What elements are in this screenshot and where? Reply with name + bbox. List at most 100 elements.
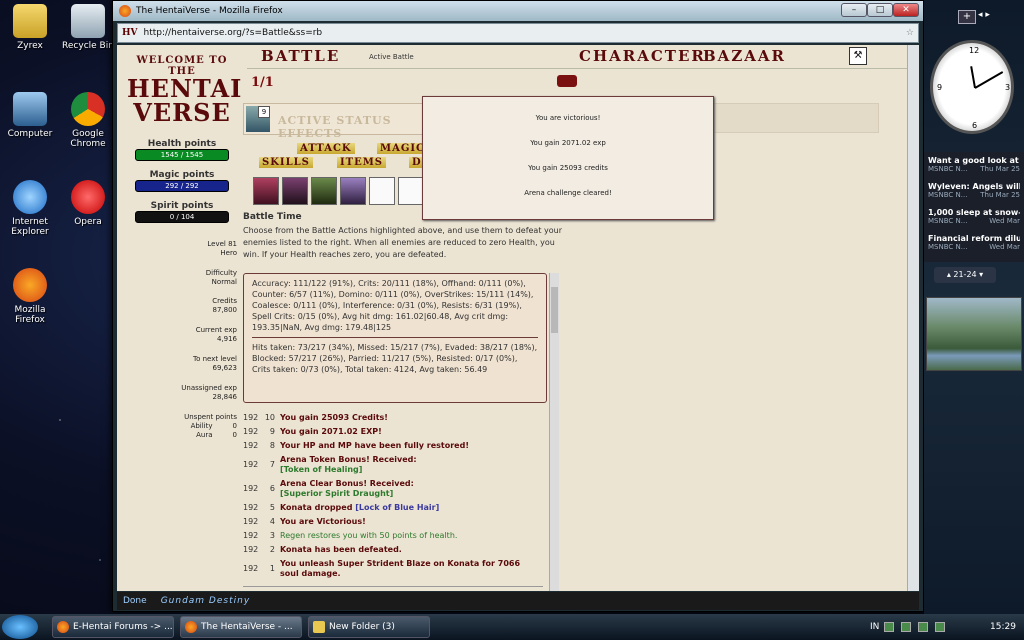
- task-ehentai-forums[interactable]: E-Hentai Forums -> ...: [52, 616, 174, 638]
- desktop-icon-recycle-bin[interactable]: Recycle Bin: [58, 4, 118, 51]
- desktop-icon-opera[interactable]: Opera: [58, 180, 118, 227]
- news-meta: MSNBC N... Wed Mar: [928, 243, 1020, 251]
- url-text[interactable]: http://hentaiverse.org/?s=Battle&ss=rb: [144, 28, 323, 38]
- windows-sidebar: + ◂ ▸ 12 3 6 9 Want a good look at ... M…: [924, 0, 1024, 614]
- desktop-icon-chrome[interactable]: Google Chrome: [58, 92, 118, 149]
- chrome-icon: [71, 92, 105, 126]
- status-text: Done: [123, 596, 147, 606]
- log-turn: 192: [243, 460, 259, 469]
- log-text: You gain 2071.02 EXP!: [280, 427, 382, 436]
- unassigned-stat: Unassigned exp 28,846: [127, 384, 237, 402]
- credits-stat: Credits 87,800: [127, 297, 237, 315]
- task-label: E-Hentai Forums -> ...: [73, 622, 173, 632]
- url-bar[interactable]: HV http://hentaiverse.org/?s=Battle&ss=r…: [117, 23, 919, 43]
- log-turn: 192: [243, 545, 259, 554]
- exp-label: Current exp: [195, 326, 237, 334]
- action-items[interactable]: ITEMS: [337, 157, 387, 168]
- log-row: 192 5 Konata dropped [Lock of Blue Hair]: [243, 503, 547, 517]
- quickbar-slot[interactable]: [253, 177, 279, 205]
- quickbar-slot[interactable]: [340, 177, 366, 205]
- magic-label: Magic points: [149, 170, 215, 180]
- log-scrollbar[interactable]: [549, 273, 559, 591]
- task-hentaiverse[interactable]: The HentaiVerse - ...: [180, 616, 302, 638]
- round-counter: 1/1: [251, 75, 274, 90]
- news-headline: Wyleven: Angels will ...: [928, 182, 1020, 191]
- desktop-icon-computer[interactable]: Computer: [0, 92, 60, 139]
- clock-number: 12: [969, 46, 980, 55]
- log-turn: 192: [243, 531, 259, 540]
- nav-battle[interactable]: BATTLE: [261, 47, 340, 65]
- health-bar: 1545 / 1545: [135, 149, 229, 161]
- page-scrollbar[interactable]: [907, 45, 919, 591]
- network-icon[interactable]: [918, 621, 929, 632]
- maximize-button[interactable]: □: [867, 3, 893, 17]
- victory-popup[interactable]: You are victorious! You gain 2071.02 exp…: [422, 96, 714, 220]
- stats-defense: Hits taken: 73/217 (34%), Missed: 15/217…: [252, 343, 538, 374]
- log-item: [Token of Healing]: [280, 465, 363, 474]
- desktop-icon-label: Recycle Bin: [62, 41, 114, 51]
- minimize-button[interactable]: –: [841, 3, 867, 17]
- tray-icon[interactable]: [901, 621, 912, 632]
- news-meta: MSNBC N... Thu Mar 25: [928, 165, 1020, 173]
- desktop-icon-zyrex[interactable]: Zyrex: [0, 4, 60, 51]
- browser-window: The HentaiVerse - Mozilla Firefox – □ ✕ …: [112, 0, 924, 612]
- log-text: Regen restores you with 50 points of hea…: [280, 531, 458, 540]
- news-item[interactable]: Want a good look at ... MSNBC N... Thu Ma…: [928, 156, 1020, 173]
- next-level-stat: To next level 69,623: [127, 355, 237, 373]
- magic-bar: 292 / 292: [135, 180, 229, 192]
- log-turn: 192: [243, 413, 259, 422]
- news-item[interactable]: Financial reform dilu... MSNBC N... Wed M…: [928, 234, 1020, 251]
- task-new-folder[interactable]: New Folder (3): [308, 616, 430, 638]
- exp-stat: Current exp 4,916: [127, 326, 237, 344]
- status-logo: Gundam Destiny: [160, 596, 251, 606]
- log-text: Arena Token Bonus! Received:: [280, 455, 417, 464]
- top-nav: BATTLE Active Battle CHARACTER BAZAAR ⚒: [247, 45, 907, 69]
- news-gadget: Want a good look at ... MSNBC N... Thu Ma…: [924, 152, 1024, 262]
- action-magic[interactable]: MAGIC: [377, 143, 429, 154]
- desktop-icon-ie[interactable]: Internet Explorer: [0, 180, 60, 237]
- action-attack[interactable]: ATTACK: [297, 143, 355, 154]
- news-pager-label: 21-24: [953, 270, 977, 279]
- hentaiverse-page: WELCOME TO THE HENTAI VERSE Health point…: [117, 45, 907, 591]
- news-item[interactable]: 1,000 sleep at snow-... MSNBC N... Wed Ma…: [928, 208, 1020, 225]
- language-indicator[interactable]: IN: [870, 622, 879, 632]
- nav-battle-sub[interactable]: Active Battle: [369, 53, 414, 61]
- tray-icon[interactable]: [884, 621, 895, 632]
- nav-bazaar[interactable]: BAZAAR: [703, 47, 786, 65]
- window-titlebar[interactable]: The HentaiVerse - Mozilla Firefox: [113, 1, 923, 21]
- log-scroll-thumb[interactable]: [551, 287, 558, 333]
- news-pager[interactable]: ▴ 21-24 ▾: [934, 267, 996, 283]
- bookmark-star-icon[interactable]: ☆: [906, 28, 914, 38]
- battle-stats-box: Accuracy: 111/122 (91%), Crits: 20/111 (…: [243, 273, 547, 403]
- sidebar-nav-arrows[interactable]: ◂ ▸: [978, 10, 990, 20]
- log-item: [Lock of Blue Hair]: [355, 503, 440, 512]
- task-label: The HentaiVerse - ...: [201, 622, 293, 632]
- log-turn: 192: [243, 503, 259, 512]
- taskbar-clock[interactable]: 15:29: [990, 614, 1016, 640]
- quickbar-slot[interactable]: [369, 177, 395, 205]
- log-text: You unleash Super Strident Blaze on Kona…: [280, 559, 521, 578]
- firefox-icon: [13, 268, 47, 302]
- battle-time-title: Battle Time: [243, 212, 302, 222]
- settings-wrench-icon[interactable]: ⚒: [849, 47, 867, 65]
- quickbar-slot[interactable]: [311, 177, 337, 205]
- nav-character[interactable]: CHARACTER: [579, 47, 706, 65]
- class: Hero: [220, 249, 237, 257]
- action-skills[interactable]: SKILLS: [259, 157, 313, 168]
- volume-icon[interactable]: [934, 621, 945, 632]
- close-button[interactable]: ✕: [893, 3, 919, 17]
- opera-icon: [71, 180, 105, 214]
- log-seq: 5: [269, 503, 275, 512]
- task-label: New Folder (3): [329, 622, 395, 632]
- slideshow-gadget[interactable]: [926, 297, 1022, 371]
- log-text: Arena Clear Bonus! Received:: [280, 479, 414, 488]
- difficulty-label: Difficulty: [205, 269, 237, 277]
- desktop-icon-firefox[interactable]: Mozilla Firefox: [0, 268, 60, 325]
- quickbar-slot[interactable]: [282, 177, 308, 205]
- log-seq: 9: [269, 427, 275, 436]
- quickbar-slot[interactable]: [398, 177, 424, 205]
- news-item[interactable]: Wyleven: Angels will ... MSNBC N... Thu M…: [928, 182, 1020, 199]
- magic-block: Magic points 292 / 292: [135, 170, 229, 192]
- start-button[interactable]: [2, 615, 38, 639]
- add-gadget-button[interactable]: +: [958, 10, 976, 24]
